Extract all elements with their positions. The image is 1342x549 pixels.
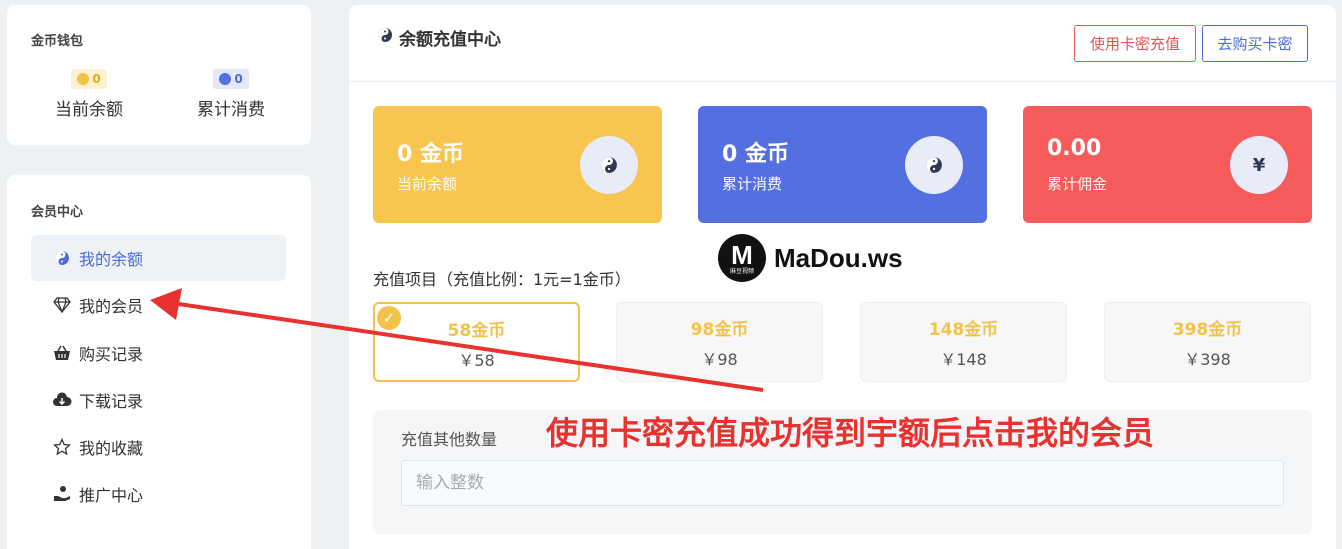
option-coins: 98金币 — [690, 320, 749, 340]
wallet-title: 金币钱包 — [31, 34, 84, 49]
stat-card-commission: 0.00 累计佣金 ¥ — [1023, 106, 1312, 223]
menu-item-label: 推广中心 — [79, 486, 144, 505]
option-price: ￥58 — [458, 351, 495, 370]
stat-value: 0.00 — [1047, 136, 1102, 161]
watermark-logo: M 麻豆视频 — [718, 234, 766, 282]
spent-badge-value: 0 — [234, 72, 243, 86]
stat-label: 当前余额 — [397, 175, 458, 193]
spent-badge: 0 — [213, 69, 249, 89]
watermark-logo-letter: M — [731, 239, 753, 270]
menu-item-balance[interactable]: 我的余额 — [31, 235, 286, 281]
stat-card-spent: 0 金币 累计消费 — [698, 106, 987, 223]
basket-icon — [51, 345, 73, 361]
recharge-option-58[interactable]: ✓ 58金币 ￥58 — [373, 302, 580, 382]
page-title: 余额充值中心 — [377, 25, 501, 50]
recharge-option-148[interactable]: 148金币 ￥148 — [860, 302, 1067, 382]
custom-amount-label: 充值其他数量 — [401, 430, 498, 449]
check-icon: ✓ — [377, 306, 401, 330]
stat-label: 累计消费 — [722, 175, 783, 193]
stat-value: 0 金币 — [397, 142, 464, 167]
menu-item-favorites[interactable]: 我的收藏 — [31, 424, 286, 470]
yen-icon: ¥ — [1230, 136, 1288, 194]
menu-item-promotion[interactable]: 推广中心 — [31, 471, 286, 517]
balance-icon — [51, 250, 73, 266]
star-icon — [51, 438, 73, 456]
panel-header: 余额充值中心 使用卡密充值 去购买卡密 — [349, 5, 1336, 82]
hand-coin-icon — [51, 485, 73, 503]
buy-card-button[interactable]: 去购买卡密 — [1202, 25, 1308, 62]
option-coins: 398金币 — [1172, 320, 1243, 340]
coin-icon — [219, 73, 232, 85]
stat-card-balance: 0 金币 当前余额 — [373, 106, 662, 223]
recharge-option-398[interactable]: 398金币 ￥398 — [1104, 302, 1311, 382]
yin-yang-icon — [580, 136, 638, 194]
watermark-text: MaDou.ws — [774, 242, 903, 273]
balance-badge-value: 0 — [92, 72, 101, 86]
custom-amount-input[interactable] — [401, 460, 1284, 506]
option-coins: 58金币 — [447, 321, 506, 341]
menu-item-label: 我的会员 — [79, 297, 144, 316]
spent-label: 累计消费 — [197, 100, 265, 120]
card-recharge-button[interactable]: 使用卡密充值 — [1074, 25, 1196, 62]
balance-label: 当前余额 — [55, 100, 123, 120]
wallet-balance[interactable]: 0 当前余额 — [19, 69, 159, 120]
yin-yang-icon — [377, 27, 393, 48]
option-price: ￥98 — [701, 350, 738, 369]
wallet-spent[interactable]: 0 累计消费 — [161, 69, 301, 120]
yin-yang-icon — [905, 136, 963, 194]
member-center-title: 会员中心 — [31, 205, 84, 220]
recharge-option-98[interactable]: 98金币 ￥98 — [616, 302, 823, 382]
menu-item-label: 购买记录 — [79, 345, 144, 364]
menu-item-membership[interactable]: 我的会员 — [31, 282, 286, 328]
option-coins: 148金币 — [928, 320, 999, 340]
stat-value: 0 金币 — [722, 142, 789, 167]
watermark-logo-sub: 麻豆视频 — [729, 267, 754, 275]
menu-item-label: 下载记录 — [79, 392, 144, 411]
page-title-text: 余额充值中心 — [399, 30, 501, 50]
coin-icon — [77, 73, 90, 85]
stat-label: 累计佣金 — [1047, 175, 1108, 193]
balance-badge: 0 — [71, 69, 107, 89]
watermark: M 麻豆视频 MaDou.ws — [718, 234, 903, 282]
option-price: ￥148 — [940, 350, 987, 369]
menu-item-label: 我的收藏 — [79, 439, 144, 458]
member-center-card: 会员中心 我的余额 我的会员 购买记录 下载记录 我的收藏 推广中心 — [7, 175, 311, 549]
diamond-icon — [51, 297, 73, 313]
recharge-options-label: 充值项目（充值比例：1元=1金币） — [373, 270, 631, 289]
menu-item-label: 我的余额 — [79, 250, 144, 269]
instruction-annotation: 使用卡密充值成功得到宇额后点击我的会员 — [546, 414, 1155, 452]
menu-item-downloads[interactable]: 下载记录 — [31, 377, 286, 423]
option-price: ￥398 — [1184, 350, 1231, 369]
menu-item-purchases[interactable]: 购买记录 — [31, 330, 286, 376]
wallet-card: 金币钱包 0 当前余额 0 累计消费 — [7, 5, 311, 145]
cloud-download-icon — [51, 392, 73, 408]
